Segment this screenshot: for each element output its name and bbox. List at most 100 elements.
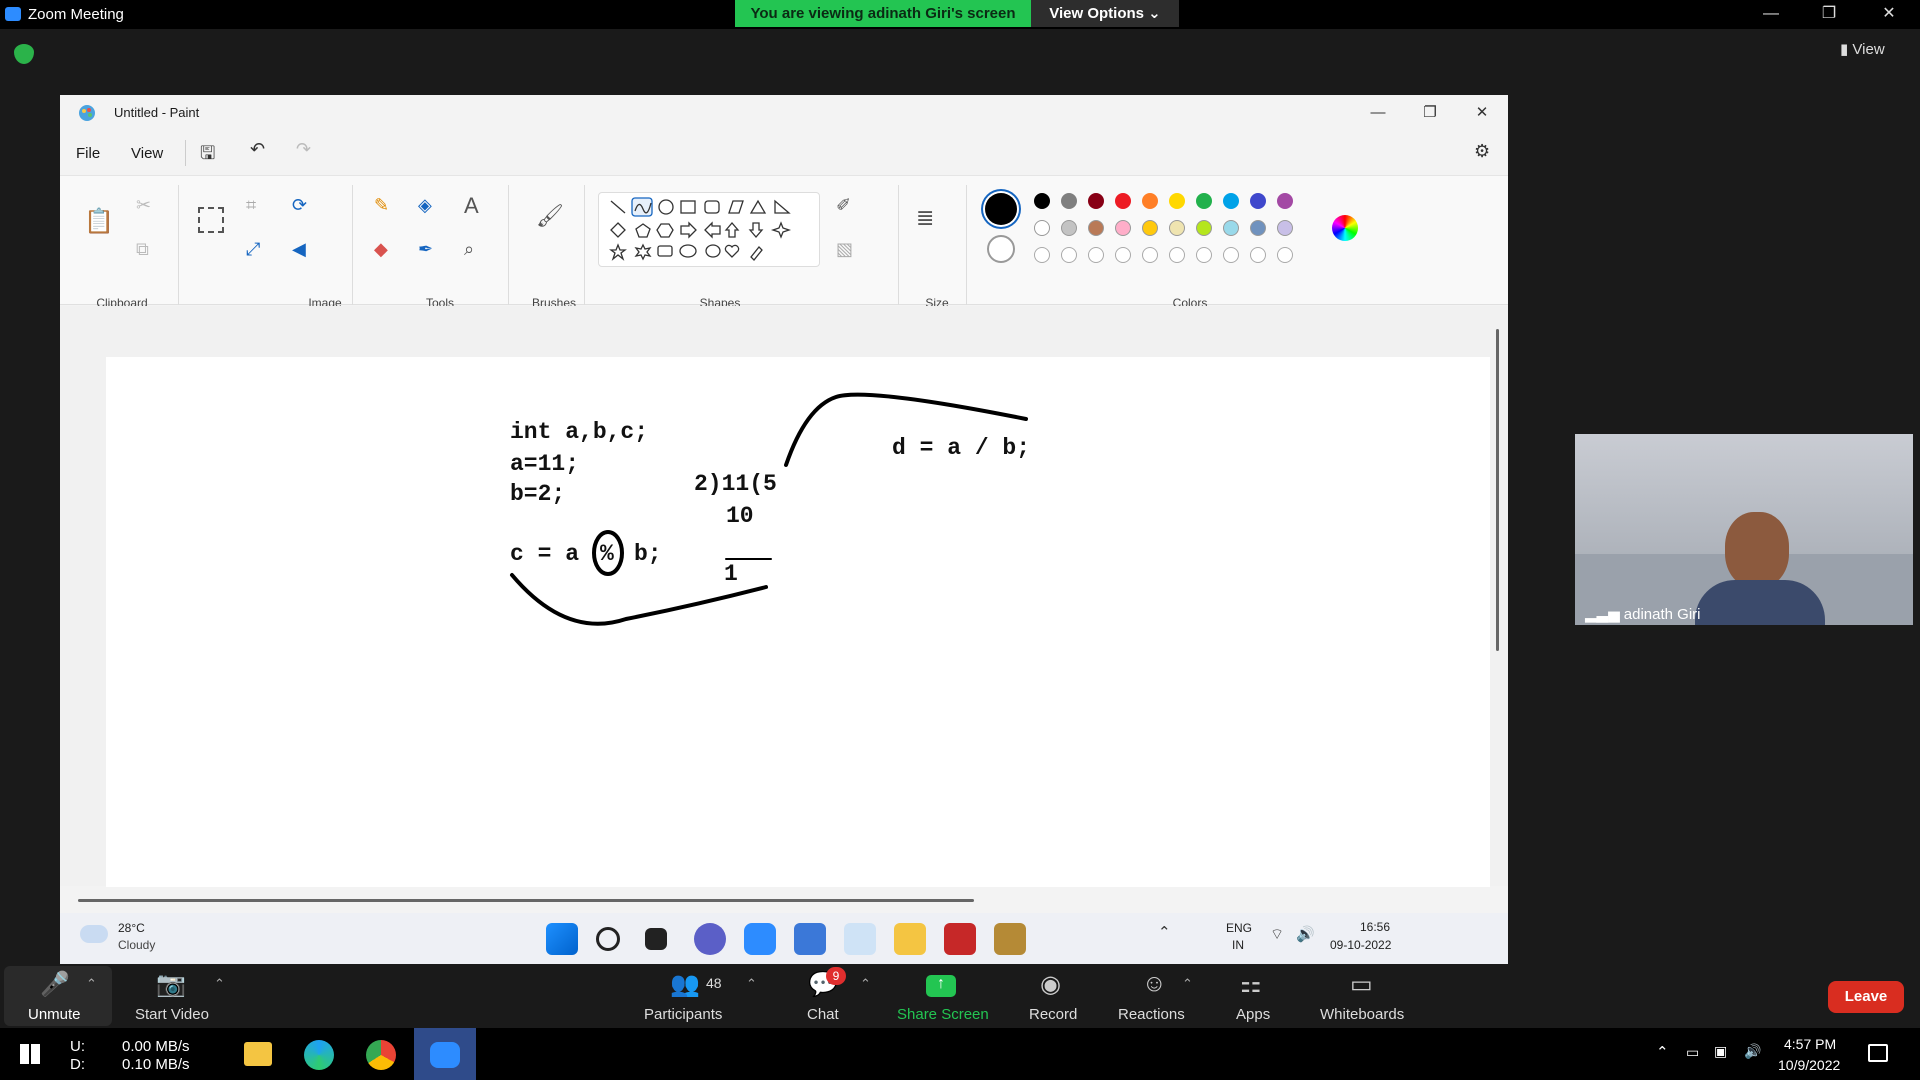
windows-start-icon[interactable] — [20, 1044, 40, 1064]
crop-icon[interactable]: ⌗ — [246, 195, 256, 216]
settings-icon[interactable]: ⚙ — [1474, 141, 1490, 162]
select-icon[interactable] — [198, 207, 224, 233]
close-button[interactable]: ✕ — [1866, 2, 1912, 26]
unmute-button[interactable]: Unmute — [28, 1006, 81, 1023]
resize-icon[interactable]: ⤢ — [246, 239, 260, 260]
fill-icon[interactable]: ◈ — [418, 195, 432, 216]
paint-taskbar-icon[interactable] — [844, 923, 876, 955]
color-swatch[interactable] — [1277, 247, 1293, 263]
participant-video[interactable] — [1575, 434, 1913, 625]
color-swatch[interactable] — [1223, 247, 1239, 263]
paint-close-button[interactable]: ✕ — [1460, 101, 1504, 125]
color-swatch[interactable] — [1061, 193, 1077, 209]
save-icon[interactable]: 🖫 — [200, 141, 215, 171]
color-swatch[interactable] — [1196, 193, 1212, 209]
wifi-icon[interactable]: ⌔ — [1270, 925, 1284, 944]
file-explorer-icon[interactable] — [894, 923, 926, 955]
color-swatch[interactable] — [1250, 247, 1266, 263]
notifications-icon[interactable] — [1868, 1044, 1888, 1062]
color-swatch[interactable] — [1115, 193, 1131, 209]
search-icon[interactable] — [596, 927, 620, 951]
color-swatch[interactable] — [1115, 220, 1131, 236]
color-swatch[interactable] — [1196, 220, 1212, 236]
view-button[interactable]: ▮ View — [1840, 40, 1885, 58]
color-swatch[interactable] — [1223, 193, 1239, 209]
minimize-button[interactable]: — — [1748, 2, 1794, 26]
region-label[interactable]: IN — [1232, 938, 1244, 952]
color-swatch[interactable] — [1223, 220, 1239, 236]
start-icon[interactable] — [546, 923, 578, 955]
redo-icon[interactable]: ↷ — [296, 139, 311, 160]
outline-icon[interactable]: ✐ — [836, 195, 851, 216]
fill-style-icon[interactable]: ▧ — [836, 239, 853, 260]
brush-icon[interactable]: 🖌 — [536, 203, 564, 229]
notepad-icon[interactable] — [794, 923, 826, 955]
audio-options-icon[interactable]: ⌃ — [86, 976, 97, 992]
host-tray-chevron-icon[interactable]: ⌃ — [1656, 1043, 1669, 1061]
video-off-icon[interactable]: 📷 — [156, 970, 186, 999]
chat-button[interactable]: Chat — [807, 1006, 839, 1023]
color-swatch[interactable] — [1277, 220, 1293, 236]
inner-clock-date[interactable]: 09-10-2022 — [1330, 938, 1391, 952]
color-swatch[interactable] — [1088, 247, 1104, 263]
eraser-icon[interactable]: ◆ — [374, 239, 388, 260]
color-swatch[interactable] — [1061, 220, 1077, 236]
copy-icon[interactable]: ⧉ — [136, 239, 149, 260]
reactions-options-icon[interactable]: ⌃ — [1182, 976, 1193, 992]
share-screen-icon[interactable]: ↑ — [926, 975, 956, 997]
color1-swatch[interactable] — [985, 193, 1017, 225]
network-icon[interactable]: ▣ — [1714, 1043, 1727, 1060]
security-shield-icon[interactable] — [14, 44, 34, 64]
color-swatch[interactable] — [1115, 247, 1131, 263]
task-view-icon[interactable] — [645, 928, 667, 950]
chat-options-icon[interactable]: ⌃ — [860, 976, 871, 992]
pencil-icon[interactable]: ✎ — [374, 195, 389, 216]
host-clock-time[interactable]: 4:57 PM — [1784, 1036, 1836, 1052]
color-swatch[interactable] — [1142, 220, 1158, 236]
chrome-icon[interactable] — [366, 1040, 396, 1070]
edit-colors-icon[interactable] — [1332, 215, 1358, 241]
text-icon[interactable]: A — [464, 193, 479, 219]
drawing-canvas[interactable]: int a,b,c; a=11; b=2; c = a % b; 2)11(5 … — [106, 357, 1490, 887]
color-swatch[interactable] — [1142, 193, 1158, 209]
horizontal-scrollbar[interactable] — [78, 899, 974, 902]
participants-icon[interactable]: 👥 — [670, 970, 700, 999]
whiteboards-icon[interactable]: ▭ — [1350, 970, 1373, 999]
paste-icon[interactable]: 📋 — [84, 207, 114, 236]
color-picker-icon[interactable]: ✒ — [418, 239, 433, 260]
paint-minimize-button[interactable]: — — [1356, 101, 1400, 125]
color-swatch[interactable] — [1169, 247, 1185, 263]
rotate-icon[interactable]: ⟳ — [292, 195, 307, 216]
apps-button[interactable]: Apps — [1236, 1006, 1270, 1023]
record-button[interactable]: Record — [1029, 1006, 1077, 1023]
reactions-icon[interactable]: ☺ — [1142, 970, 1167, 998]
maximize-button[interactable]: ❐ — [1806, 2, 1852, 26]
video-options-icon[interactable]: ⌃ — [214, 976, 225, 992]
file-explorer-icon[interactable] — [244, 1042, 272, 1066]
game-app-icon[interactable] — [994, 923, 1026, 955]
color-swatch[interactable] — [1061, 247, 1077, 263]
participants-button[interactable]: Participants — [644, 1006, 722, 1023]
menu-view[interactable]: View — [131, 145, 163, 162]
speaker-icon[interactable]: 🔊 — [1744, 1043, 1761, 1060]
lang-label[interactable]: ENG — [1226, 921, 1252, 935]
color-swatch[interactable] — [1088, 193, 1104, 209]
participants-options-icon[interactable]: ⌃ — [746, 976, 757, 992]
color-swatch[interactable] — [1169, 220, 1185, 236]
color-swatch[interactable] — [1142, 247, 1158, 263]
color-swatch[interactable] — [1196, 247, 1212, 263]
view-options-button[interactable]: View Options ⌄ — [1031, 0, 1179, 27]
color-swatch[interactable] — [1277, 193, 1293, 209]
magnifier-icon[interactable]: ⌕ — [464, 239, 474, 260]
share-screen-button[interactable]: Share Screen — [897, 1006, 989, 1023]
reactions-button[interactable]: Reactions — [1118, 1006, 1185, 1023]
vertical-scrollbar[interactable] — [1496, 329, 1499, 651]
menu-file[interactable]: File — [76, 145, 100, 162]
shapes-gallery[interactable] — [598, 192, 820, 267]
color-swatch[interactable] — [1250, 193, 1266, 209]
volume-icon[interactable]: 🔊 — [1296, 925, 1315, 943]
cut-icon[interactable]: ✂ — [136, 195, 151, 216]
leave-button[interactable]: Leave — [1828, 981, 1904, 1013]
color-swatch[interactable] — [1088, 220, 1104, 236]
teams-icon[interactable] — [694, 923, 726, 955]
